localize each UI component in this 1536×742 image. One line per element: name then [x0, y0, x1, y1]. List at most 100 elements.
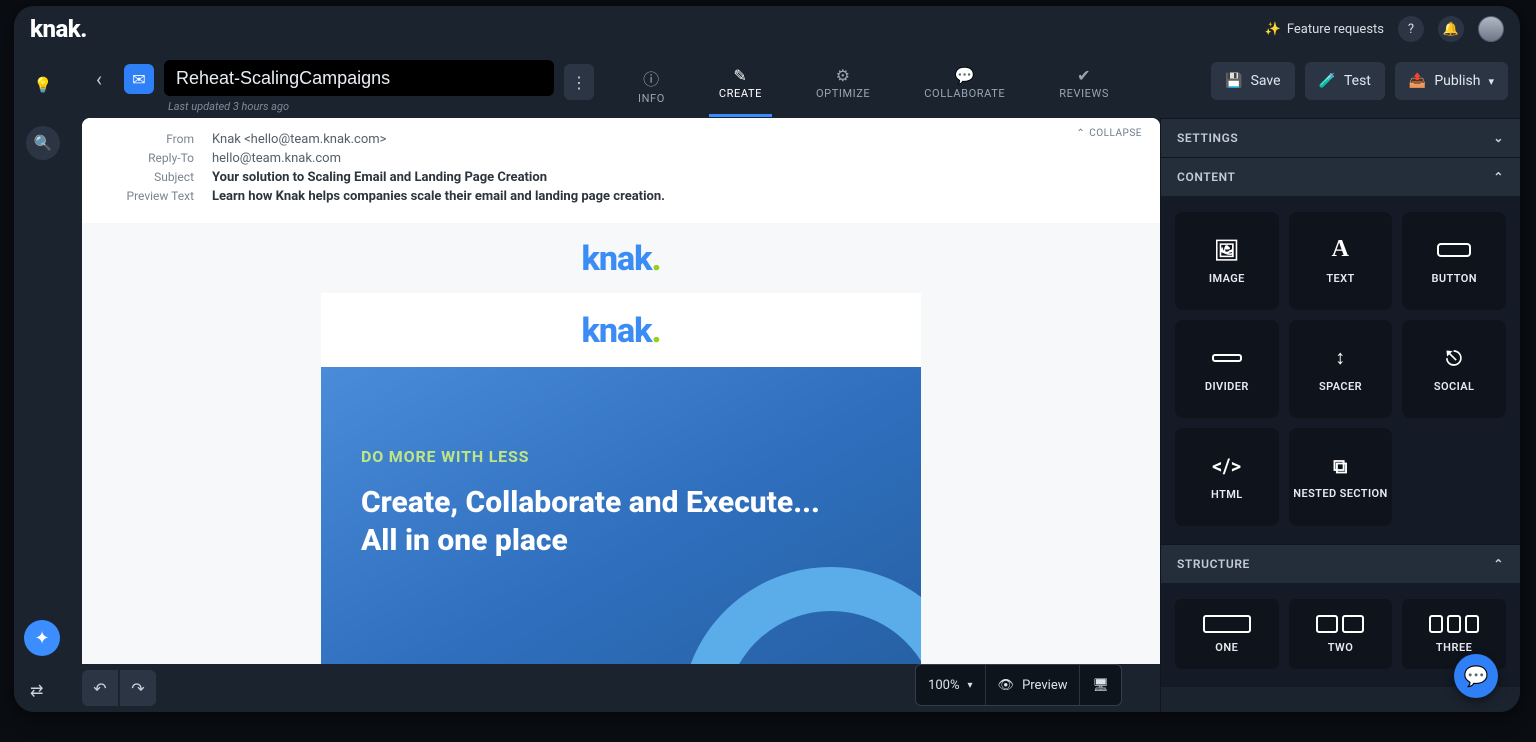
email-hero-section[interactable]: DO MORE WITH LESS Create, Collaborate an… [321, 367, 921, 664]
value-replyto[interactable]: hello@team.knak.com [212, 151, 341, 166]
brand-bar: knak. ✨ Feature requests ? 🔔 [14, 6, 1520, 52]
panel-structure-header[interactable]: STRUCTURE ⌃ [1161, 545, 1520, 583]
nested-icon: ⧉ [1323, 454, 1357, 478]
tile-button-label: BUTTON [1431, 272, 1476, 285]
panel-settings-label: SETTINGS [1177, 131, 1238, 145]
question-icon: ? [1408, 22, 1414, 37]
device-toggle[interactable]: 🖥 [1079, 665, 1121, 705]
optimize-icon: ⚙ [836, 66, 851, 85]
tab-collaborate[interactable]: 💬 COLLABORATE [924, 66, 1005, 105]
test-label: Test [1344, 73, 1371, 89]
flask-icon: 🧪 [1319, 73, 1336, 89]
back-button[interactable]: ‹ [84, 64, 114, 94]
content-tile-button[interactable]: BUTTON [1402, 212, 1506, 310]
tile-social-label: SOCIAL [1434, 380, 1474, 393]
one-column-icon [1203, 615, 1251, 633]
content-tile-spacer[interactable]: ↕ SPACER [1289, 320, 1393, 418]
value-from[interactable]: Knak <hello@team.knak.com> [212, 132, 386, 147]
panel-content-header[interactable]: CONTENT ⌃ [1161, 158, 1520, 196]
collapse-label: COLLAPSE [1089, 128, 1142, 139]
tab-create[interactable]: ✎ CREATE [719, 66, 762, 105]
brand-logo: knak. [30, 15, 87, 43]
zoom-select[interactable]: 100% ▾ [916, 665, 984, 705]
left-rail: 💡 🔍 [14, 52, 72, 712]
panel-structure-label: STRUCTURE [1177, 557, 1250, 571]
label-replyto: Reply-To [102, 151, 194, 165]
tab-reviews[interactable]: ✔ REVIEWS [1059, 66, 1109, 105]
save-button[interactable]: 💾 Save [1211, 62, 1294, 100]
tile-nested-label: NESTED SECTION [1293, 488, 1387, 500]
panel-settings-header[interactable]: SETTINGS ⌄ [1161, 119, 1520, 157]
email-body[interactable]: knak. knak. DO MORE WITH LESS Create, Co… [82, 223, 1160, 664]
panel-content-label: CONTENT [1177, 170, 1235, 184]
publish-label: Publish [1434, 73, 1480, 89]
lightbulb-icon: 💡 [34, 76, 53, 94]
three-column-icon [1429, 615, 1479, 633]
asset-title-input[interactable] [164, 60, 554, 96]
test-button[interactable]: 🧪 Test [1305, 62, 1385, 100]
tab-optimize[interactable]: ⚙ OPTIMIZE [816, 66, 870, 105]
structure-tile-one[interactable]: ONE [1175, 599, 1279, 669]
content-tile-divider[interactable]: DIVIDER [1175, 320, 1279, 418]
create-icon: ✎ [733, 66, 747, 85]
label-from: From [102, 132, 194, 146]
hero-headline-1: Create, Collaborate and Execute... [361, 484, 881, 522]
two-column-icon [1316, 615, 1364, 633]
hero-headline-2: All in one place [361, 522, 881, 560]
button-icon [1437, 238, 1471, 262]
publish-icon: 📤 [1409, 73, 1426, 89]
preview-toolbar: 100% ▾ 👁 Preview 🖥 [915, 664, 1122, 706]
content-tile-html[interactable]: </> HTML [1175, 428, 1279, 526]
desktop-icon: 🖥 [1092, 678, 1109, 693]
collapse-toggle[interactable]: ⌃ COLLAPSE [1076, 128, 1142, 139]
structure-one-label: ONE [1215, 641, 1238, 654]
undo-button[interactable]: ↶ [82, 670, 118, 706]
hero-eyebrow: DO MORE WITH LESS [361, 447, 881, 466]
eye-icon: 👁 [998, 678, 1015, 693]
tile-html-label: HTML [1211, 488, 1243, 501]
rail-magic-button[interactable]: ✦ [24, 620, 60, 656]
chevron-left-icon: ‹ [96, 67, 102, 91]
help-button[interactable]: ? [1398, 16, 1424, 42]
sparkle-icon: ✨ [1265, 22, 1281, 37]
structure-two-label: TWO [1328, 641, 1354, 654]
dots-vertical-icon: ⋮ [571, 73, 587, 92]
feature-requests-label: Feature requests [1287, 22, 1384, 37]
publish-button[interactable]: 📤 Publish ▾ [1395, 62, 1508, 100]
tab-info[interactable]: ⓘ INFO [638, 66, 665, 105]
notifications-button[interactable]: 🔔 [1438, 16, 1464, 42]
last-updated-text: Last updated 3 hours ago [168, 100, 554, 113]
email-canvas[interactable]: ⌃ COLLAPSE From Knak <hello@team.knak.com… [82, 118, 1160, 664]
tile-text-label: TEXT [1326, 272, 1354, 285]
rail-swap-button[interactable]: ⇄ [30, 681, 43, 700]
tab-create-label: CREATE [719, 87, 762, 100]
content-tile-social[interactable]: ⎋ SOCIAL [1402, 320, 1506, 418]
structure-tile-two[interactable]: TWO [1289, 599, 1393, 669]
tab-optimize-label: OPTIMIZE [816, 87, 870, 100]
redo-icon: ↷ [131, 679, 144, 698]
chevron-up-icon: ⌃ [1076, 128, 1085, 139]
content-tile-text[interactable]: A TEXT [1289, 212, 1393, 310]
value-preview[interactable]: Learn how Knak helps companies scale the… [212, 189, 665, 204]
zoom-value: 100% [928, 678, 959, 693]
rail-search-button[interactable]: 🔍 [26, 126, 60, 160]
feature-requests-link[interactable]: ✨ Feature requests [1265, 22, 1384, 37]
content-tile-nested[interactable]: ⧉ NESTED SECTION [1289, 428, 1393, 526]
value-subject[interactable]: Your solution to Scaling Email and Landi… [212, 170, 547, 185]
chat-icon: 💬 [1464, 664, 1489, 688]
help-fab[interactable]: 💬 [1454, 654, 1498, 698]
preview-button[interactable]: 👁 Preview [985, 665, 1080, 705]
redo-button[interactable]: ↷ [120, 670, 156, 706]
image-icon: 🖼 [1210, 238, 1244, 262]
asset-type-badge: ✉ [124, 64, 154, 94]
code-icon: </> [1210, 454, 1244, 478]
rail-hint-button[interactable]: 💡 [26, 68, 60, 102]
email-header-fields: From Knak <hello@team.knak.com> Reply-To h… [82, 118, 1160, 223]
chevron-up-icon: ⌃ [1493, 557, 1504, 571]
more-options-button[interactable]: ⋮ [564, 64, 594, 100]
email-outer-logo: knak. [581, 239, 660, 279]
chevron-down-icon: ⌄ [1493, 131, 1504, 145]
user-avatar[interactable] [1478, 16, 1504, 42]
content-tile-image[interactable]: 🖼 IMAGE [1175, 212, 1279, 310]
text-icon: A [1323, 238, 1357, 262]
